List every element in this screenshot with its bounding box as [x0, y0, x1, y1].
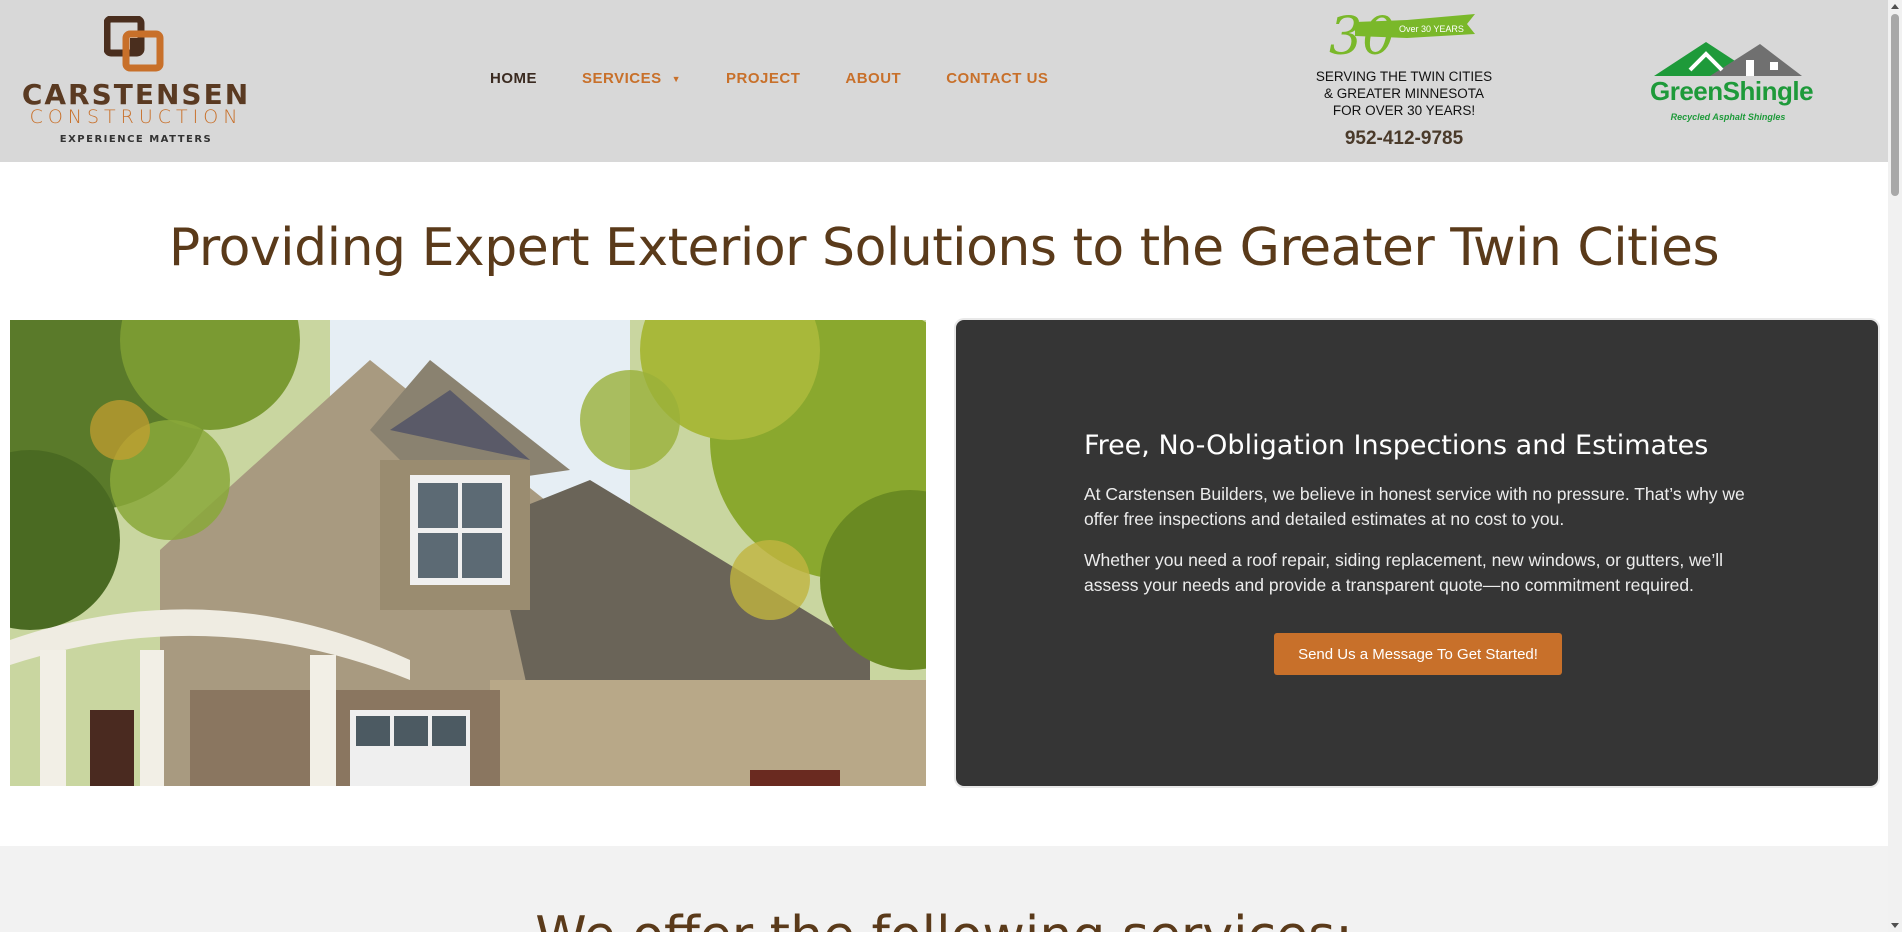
- nav-contact[interactable]: CONTACT US: [946, 70, 1048, 87]
- estimate-card: Free, No-Obligation Inspections and Esti…: [956, 320, 1878, 786]
- caret-down-icon: ▼: [671, 73, 682, 84]
- nav-about-label: ABOUT: [845, 70, 902, 87]
- services-title: We offer the following services:: [0, 906, 1888, 932]
- services-section: We offer the following services:: [0, 846, 1888, 932]
- send-message-button[interactable]: Send Us a Message To Get Started!: [1274, 633, 1562, 675]
- card-paragraph-2: Whether you need a roof repair, siding r…: [1084, 550, 1724, 595]
- site-header: CARSTENSEN CONSTRUCTION EXPERIENCE MATTE…: [0, 0, 1888, 162]
- serving-line-1: SERVING THE TWIN CITIES: [1315, 69, 1493, 84]
- phone-number[interactable]: 952-412-9785: [1300, 128, 1508, 150]
- logo-tagline: EXPERIENCE MATTERS: [59, 134, 213, 145]
- thirty-years-badge-icon: 30 Over 30 YEARS: [1329, 7, 1475, 67]
- badge-number: 30: [1329, 7, 1395, 62]
- logo-sub: CONSTRUCTION: [29, 106, 243, 128]
- scroll-thumb[interactable]: [1891, 14, 1899, 196]
- vertical-scrollbar[interactable]: [1888, 0, 1902, 932]
- scroll-up-arrow-icon[interactable]: [1891, 4, 1899, 9]
- nav-home-label: HOME: [490, 70, 537, 87]
- page: CARSTENSEN CONSTRUCTION EXPERIENCE MATTE…: [0, 0, 1888, 932]
- nav-services[interactable]: SERVICES ▼: [582, 70, 681, 87]
- serving-text: SERVING THE TWIN CITIES & GREATER MINNES…: [1300, 68, 1508, 119]
- house-roof-icon: [1654, 42, 1802, 76]
- house-photo: [10, 320, 926, 786]
- card-title: Free, No-Obligation Inspections and Esti…: [1084, 430, 1709, 461]
- carstensen-logo[interactable]: CARSTENSEN CONSTRUCTION EXPERIENCE MATTE…: [14, 16, 258, 146]
- house-photo-image: [10, 320, 926, 786]
- main-nav: HOME SERVICES ▼ PROJECT ABOUT CONTACT US: [490, 70, 1093, 87]
- nav-home[interactable]: HOME: [490, 70, 537, 87]
- nav-services-label: SERVICES: [582, 70, 662, 87]
- thirty-years-badge: 30 Over 30 YEARS: [1325, 6, 1485, 67]
- nav-project[interactable]: PROJECT: [726, 70, 800, 87]
- scroll-down-arrow-icon[interactable]: [1891, 923, 1899, 928]
- badge-ribbon-text: Over 30 YEARS: [1399, 24, 1464, 34]
- greenshingle-logo[interactable]: GreenShingle Recycled Asphalt Shingles: [1650, 40, 1814, 126]
- nav-contact-label: CONTACT US: [946, 70, 1049, 87]
- serving-line-3: FOR OVER 30 YEARS!: [1332, 103, 1476, 118]
- nav-project-label: PROJECT: [726, 70, 801, 87]
- serving-line-2: & GREATER MINNESOTA: [1323, 86, 1485, 101]
- page-title: Providing Expert Exterior Solutions to t…: [168, 218, 1720, 278]
- nav-about[interactable]: ABOUT: [845, 70, 901, 87]
- greenshingle-name: GreenShingle: [1650, 76, 1814, 106]
- logo-mark-icon: [104, 16, 164, 72]
- card-paragraph-1: At Carstensen Builders, we believe in ho…: [1084, 484, 1745, 529]
- greenshingle-sub: Recycled Asphalt Shingles: [1670, 112, 1786, 122]
